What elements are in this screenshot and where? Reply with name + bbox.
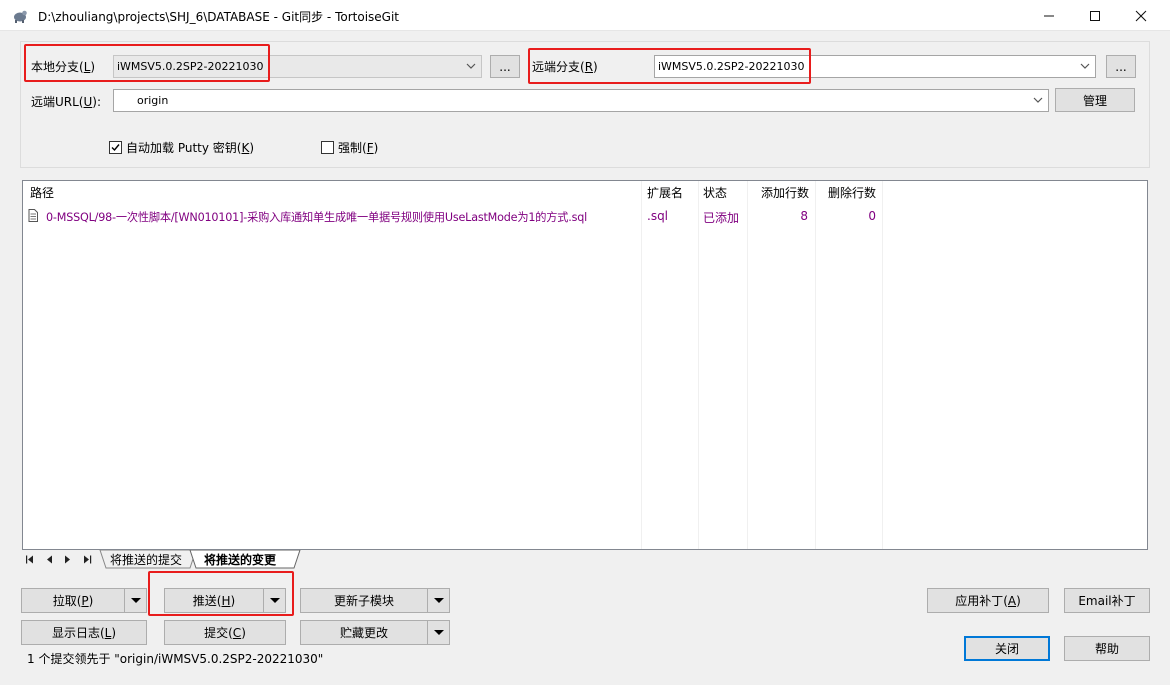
- local-branch-label: 本地分支(L): [31, 60, 96, 74]
- chevron-down-icon: [466, 63, 476, 69]
- force-option[interactable]: 强制(F): [321, 139, 378, 156]
- stash-split-button[interactable]: 贮藏更改: [300, 620, 450, 645]
- close-button[interactable]: 关闭: [964, 636, 1050, 661]
- force-label: 强制(F): [338, 141, 379, 155]
- column-header-status[interactable]: 状态: [703, 184, 727, 201]
- remote-url-combo[interactable]: origin: [113, 89, 1049, 112]
- autoload-putty-key-option[interactable]: 自动加载 Putty 密钥(K): [109, 139, 254, 156]
- chevron-down-icon: [1080, 63, 1090, 69]
- tab-commits-to-push[interactable]: 将推送的提交: [110, 551, 182, 568]
- maximize-icon: [1090, 10, 1100, 21]
- autoload-putty-key-checkbox[interactable]: [109, 141, 122, 154]
- title-bar: D:\zhouliang\projects\SHJ_6\DATABASE - G…: [0, 0, 1170, 31]
- remote-url-value: origin: [137, 94, 169, 107]
- column-header-path[interactable]: 路径: [30, 184, 54, 201]
- update-submodule-split-button[interactable]: 更新子模块: [300, 588, 450, 613]
- pull-button-label: 拉取(P): [52, 594, 94, 608]
- chevron-down-icon: [1033, 97, 1043, 103]
- remote-branch-label: 远端分支(R): [532, 60, 598, 74]
- tab-nav-arrows[interactable]: [25, 554, 97, 565]
- dropdown-triangle-icon: [269, 597, 280, 603]
- file-extension: .sql: [647, 209, 669, 223]
- changes-list[interactable]: 路径 扩展名 状态 添加行数 删除行数 0-MSSQL/98-一次性脚本/[WN…: [22, 180, 1148, 550]
- file-added-lines: 8: [800, 209, 808, 223]
- file-path: 0-MSSQL/98-一次性脚本/[WN010101]-采购入库通知单生成唯一单…: [46, 211, 588, 224]
- column-header-extension[interactable]: 扩展名: [647, 184, 683, 201]
- checkmark-icon: [111, 144, 120, 152]
- maximize-button[interactable]: [1072, 0, 1118, 31]
- push-dropdown-arrow[interactable]: [263, 589, 285, 612]
- remote-branch-browse-button[interactable]: ...: [1106, 55, 1136, 78]
- local-branch-combo[interactable]: iWMSV5.0.2SP2-20221030: [113, 55, 482, 78]
- file-icon: [28, 209, 38, 222]
- autoload-putty-key-label: 自动加载 Putty 密钥(K): [126, 141, 255, 155]
- push-button-label: 推送(H): [192, 594, 236, 608]
- dropdown-triangle-icon: [130, 597, 141, 603]
- remote-branch-value: iWMSV5.0.2SP2-20221030: [658, 60, 805, 73]
- minimize-icon: [1044, 15, 1054, 16]
- tortoisegit-app-icon: [14, 10, 27, 23]
- force-checkbox[interactable]: [321, 141, 334, 154]
- pull-dropdown-arrow[interactable]: [124, 589, 146, 612]
- show-log-button[interactable]: 显示日志(L): [21, 620, 147, 645]
- file-deleted-lines: 0: [868, 209, 876, 223]
- file-status: 已添加: [703, 211, 740, 225]
- dropdown-triangle-icon: [433, 597, 444, 603]
- local-branch-browse-button[interactable]: ...: [490, 55, 520, 78]
- close-window-button[interactable]: [1118, 0, 1164, 31]
- update-submodule-dropdown-arrow[interactable]: [427, 589, 449, 612]
- column-header-added-lines[interactable]: 添加行数: [761, 184, 809, 201]
- apply-patch-button[interactable]: 应用补丁(A): [927, 588, 1049, 613]
- pull-split-button[interactable]: 拉取(P): [21, 588, 147, 613]
- remote-url-label: 远端URL(U):: [31, 95, 102, 109]
- column-header-deleted-lines[interactable]: 删除行数: [828, 184, 876, 201]
- stash-dropdown-arrow[interactable]: [427, 621, 449, 644]
- table-row[interactable]: 0-MSSQL/98-一次性脚本/[WN010101]-采购入库通知单生成唯一单…: [23, 207, 1147, 225]
- push-split-button[interactable]: 推送(H): [164, 588, 286, 613]
- minimize-button[interactable]: [1026, 0, 1072, 31]
- window-title: D:\zhouliang\projects\SHJ_6\DATABASE - G…: [38, 10, 399, 24]
- email-patch-button[interactable]: Email补丁: [1064, 588, 1150, 613]
- dropdown-triangle-icon: [433, 629, 444, 635]
- local-branch-value: iWMSV5.0.2SP2-20221030: [117, 60, 264, 73]
- stash-label: 贮藏更改: [339, 626, 388, 640]
- status-text: 1 个提交领先于 "origin/iWMSV5.0.2SP2-20221030": [27, 652, 324, 666]
- close-icon: [1135, 10, 1147, 21]
- update-submodule-label: 更新子模块: [333, 594, 394, 608]
- tab-strip: 将推送的提交 将推送的变更: [22, 550, 1148, 569]
- tab-changes-to-push[interactable]: 将推送的变更: [204, 551, 276, 568]
- commit-button[interactable]: 提交(C): [164, 620, 286, 645]
- remote-branch-combo[interactable]: iWMSV5.0.2SP2-20221030: [654, 55, 1096, 78]
- help-button[interactable]: 帮助: [1064, 636, 1150, 661]
- manage-remotes-button[interactable]: 管理: [1055, 88, 1135, 112]
